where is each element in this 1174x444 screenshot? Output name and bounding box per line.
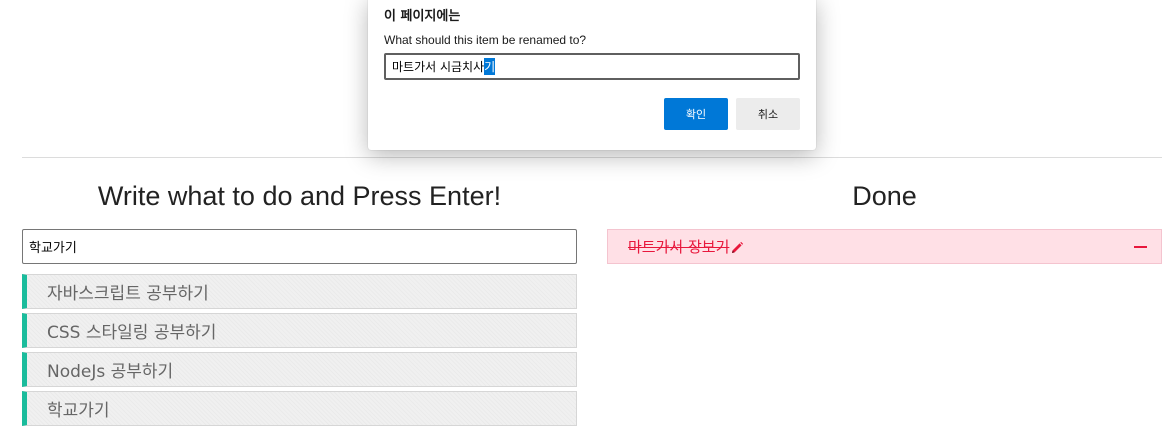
ok-button[interactable]: 확인 bbox=[664, 98, 728, 130]
todo-item[interactable]: CSS 스타일링 공부하기 bbox=[22, 313, 577, 348]
todo-list: 자바스크립트 공부하기 CSS 스타일링 공부하기 NodeJs 공부하기 학교… bbox=[22, 274, 577, 430]
done-heading: Done bbox=[852, 181, 917, 211]
rename-input-text: 마트가서 시금치사 bbox=[392, 60, 485, 74]
todo-item[interactable]: NodeJs 공부하기 bbox=[22, 352, 577, 387]
rename-dialog: 이 페이지에는 What should this item be renamed… bbox=[368, 0, 816, 150]
cancel-button[interactable]: 취소 bbox=[736, 98, 800, 130]
todo-item[interactable]: 자바스크립트 공부하기 bbox=[22, 274, 577, 309]
rename-input[interactable]: 마트가서 시금치사 기 bbox=[384, 53, 800, 80]
minus-icon[interactable] bbox=[1134, 246, 1147, 248]
dialog-title: 이 페이지에는 bbox=[384, 9, 461, 24]
todo-item[interactable]: 학교가기 bbox=[22, 391, 577, 426]
done-item: 마트가서 장보기 bbox=[607, 229, 1162, 264]
pencil-icon[interactable] bbox=[730, 240, 744, 254]
dialog-message: What should this item be renamed to? bbox=[384, 33, 587, 47]
rename-input-selection: 기 bbox=[484, 58, 496, 75]
todo-heading: Write what to do and Press Enter! bbox=[97, 181, 502, 211]
section-divider bbox=[22, 157, 1162, 158]
todo-input[interactable] bbox=[22, 229, 577, 264]
done-item-label[interactable]: 마트가서 장보기 bbox=[628, 236, 729, 257]
